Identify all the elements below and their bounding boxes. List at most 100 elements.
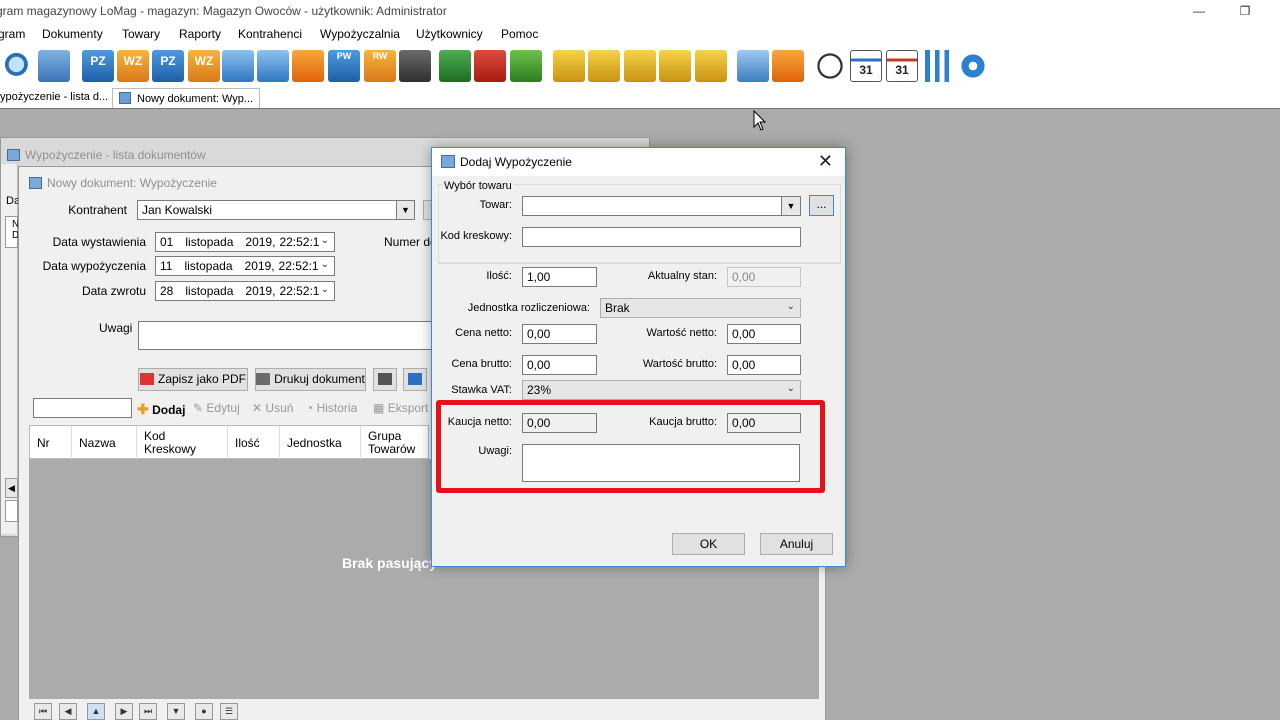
column-ilosc[interactable]: Ilość [228,426,280,459]
price-tag-icon[interactable] [474,50,506,82]
coins-refresh-icon[interactable] [588,50,620,82]
kontrahent-dropdown-button[interactable]: ▼ [396,200,415,220]
mouse-cursor-icon [753,110,767,131]
inventory-icon[interactable] [399,50,431,82]
document-icon [119,92,131,104]
data-wystawienia-label: Data wystawienia [52,235,146,249]
preview-button[interactable] [373,368,397,391]
history-button[interactable]: ◔ Historia [306,401,357,415]
calendar-red-icon[interactable]: 31 [886,50,918,82]
export-button[interactable]: ▦ Eksport [373,401,428,415]
edit-button[interactable]: ✎ Edytuj [193,401,240,415]
towar-dropdown-button[interactable]: ▼ [781,196,801,216]
menu-pomoc[interactable]: Pomoc [501,27,538,41]
data-wystawienia-picker[interactable]: 01 listopada 2019, 22:52:1 ⌄ [155,232,335,252]
delete-button[interactable]: ✕ Usuń [252,401,293,415]
kod-kreskowy-label: Kod kreskowy: [440,230,512,242]
group-icon[interactable]: ● [195,703,213,720]
toolbar: PZ WZ PZ WZ PW RW 31 31 [0,45,1280,87]
delivery-truck-icon[interactable] [439,50,471,82]
bar-chart-icon[interactable] [922,50,954,82]
settings-gear-icon[interactable] [957,50,989,82]
menu-towary[interactable]: Towary [122,27,160,41]
add-button[interactable]: ✚ Dodaj [137,401,185,418]
wz-correction-icon[interactable]: WZ [188,50,220,82]
restore-button[interactable]: ❐ [1222,0,1268,23]
scroll-track[interactable] [5,500,18,522]
cena-netto-input[interactable]: 0,00 [522,324,597,344]
wartosc-brutto-input[interactable]: 0,00 [727,355,801,375]
shopping-cart-icon[interactable] [510,50,542,82]
app-title-bar: gram magazynowy LoMag - magazyn: Magazyn… [0,0,1280,23]
aktualny-stan-field: 0,00 [727,267,801,287]
pz-correction-icon[interactable]: PZ [152,50,184,82]
coins-list-icon[interactable] [695,50,727,82]
pw-document-icon[interactable]: PW [328,50,360,82]
print-document-button[interactable]: Drukuj dokument [255,368,366,391]
towar-combobox[interactable] [522,196,782,216]
list-icon[interactable]: ☰ [220,703,238,720]
data-zwrotu-picker[interactable]: 28 listopada 2019, 22:52:1 ⌄ [155,281,335,301]
pdf-icon [139,373,154,385]
chevron-down-icon: ⌄ [786,383,795,394]
minimize-button[interactable]: — [1176,0,1222,23]
grid-search-input[interactable] [33,398,132,418]
close-icon[interactable]: ✕ [818,151,833,172]
column-jednostka[interactable]: Jednostka [280,426,361,459]
wz-document-icon[interactable]: WZ [117,50,149,82]
prev-record-icon[interactable]: ◀ [59,703,77,720]
prices-icon[interactable] [292,50,324,82]
cancel-button[interactable]: Anuluj [760,533,833,555]
cena-netto-label: Cena netto: [455,327,512,339]
coins-remove-icon[interactable] [659,50,691,82]
goods-box-icon[interactable] [222,50,254,82]
first-record-icon[interactable]: ⏮ [34,703,52,720]
stawka-vat-select[interactable]: 23% ⌄ [522,380,801,400]
next-record-icon[interactable]: ▶ [115,703,133,720]
coins-add-icon[interactable] [624,50,656,82]
menu-raporty[interactable]: Raporty [179,27,221,41]
column-kod-kreskowy[interactable]: Kod Kreskowy [137,426,228,459]
kod-kreskowy-input[interactable] [522,227,801,247]
coins-info-icon[interactable] [553,50,585,82]
wartosc-netto-input[interactable]: 0,00 [727,324,801,344]
clock-icon[interactable] [814,50,846,82]
preview-icon [378,373,392,385]
ilosc-input[interactable]: 1,00 [522,267,597,287]
scroll-left-button[interactable]: ◀ [5,478,18,498]
browse-products-button[interactable]: ... [809,195,834,216]
pz-document-icon[interactable]: PZ [82,50,114,82]
kontrahent-field[interactable]: Jan Kowalski [137,200,397,220]
warehouse-icon[interactable] [38,50,70,82]
menu-uzytkownicy[interactable]: Użytkownicy [416,27,483,41]
menu-dokumenty[interactable]: Dokumenty [42,27,103,41]
window-icon [29,177,42,189]
rental-return-icon[interactable] [772,50,804,82]
column-nr[interactable]: Nr [30,426,72,459]
cena-brutto-input[interactable]: 0,00 [522,355,597,375]
ok-button[interactable]: OK [672,533,745,555]
new-document-title: Nowy dokument: Wypożyczenie [29,176,217,190]
menu-program[interactable]: gram [0,27,25,41]
rw-document-icon[interactable]: RW [364,50,396,82]
history-icon: ◔ [306,401,314,415]
rental-out-icon[interactable] [737,50,769,82]
column-nazwa[interactable]: Nazwa [72,426,137,459]
filter-icon[interactable]: ▼ [167,703,185,720]
up-record-icon[interactable]: ▲ [87,703,105,720]
menu-kontrahenci[interactable]: Kontrahenci [238,27,302,41]
search-icon[interactable] [2,50,34,82]
data-wypozyczenia-picker[interactable]: 11 listopada 2019, 22:52:1 ⌄ [155,256,335,276]
calendar-icon[interactable]: 31 [850,50,882,82]
menu-wypozyczalnia[interactable]: Wypożyczalnia [320,27,400,41]
tab-rental-list[interactable]: ypożyczenie - lista d... [0,88,114,108]
column-grupa-towarow[interactable]: Grupa Towarów [361,426,430,459]
tab-new-document[interactable]: Nowy dokument: Wyp... [112,88,261,108]
separator [438,263,841,264]
email-button[interactable] [403,368,427,391]
last-record-icon[interactable]: ⏭ [139,703,157,720]
jednostka-select[interactable]: Brak ⌄ [600,298,801,318]
save-pdf-button[interactable]: Zapisz jako PDF [138,368,248,391]
transfer-icon[interactable] [257,50,289,82]
uwagi-textarea[interactable] [138,321,438,350]
